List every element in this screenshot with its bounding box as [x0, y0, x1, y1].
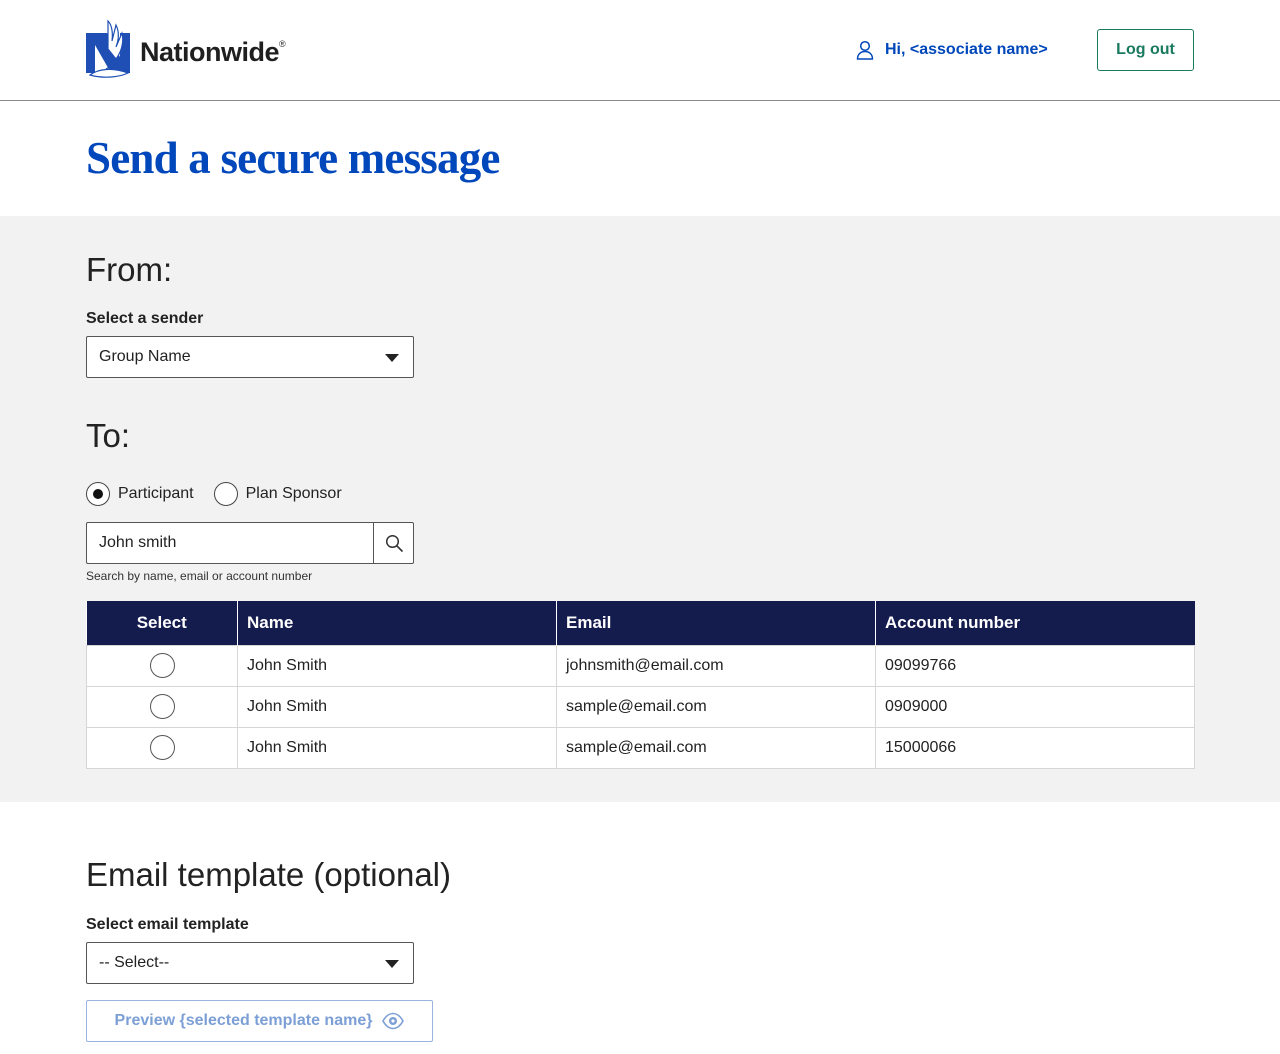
nationwide-eagle-logo-icon [86, 19, 130, 78]
table-row: John Smith sample@email.com 0909000 [86, 685, 1195, 728]
recipient-search [86, 522, 414, 564]
row-select-radio[interactable] [149, 694, 175, 719]
table-row: John Smith sample@email.com 15000066 [86, 726, 1195, 769]
name-cell: John Smith [237, 726, 557, 769]
column-header-select: Select [86, 601, 238, 645]
radio-participant-label: Participant [118, 485, 194, 502]
radio-participant-circle[interactable] [86, 482, 110, 506]
sender-select[interactable]: Group Name [86, 336, 414, 378]
search-helper-text: Search by name, email or account number [86, 569, 313, 583]
page-title: Send a secure message [86, 133, 500, 183]
nationwide-logo[interactable]: Nationwide® [86, 19, 296, 81]
greeting-text: Hi, <associate name> [885, 41, 1048, 58]
radio-plan-sponsor[interactable]: Plan Sponsor [213, 482, 342, 506]
radio-participant[interactable]: Participant [86, 482, 194, 506]
recipient-type-group: Participant Plan Sponsor [86, 481, 362, 507]
select-cell [86, 644, 238, 687]
account-cell: 0909000 [875, 685, 1195, 728]
select-cell [86, 685, 238, 728]
search-button[interactable] [373, 522, 414, 564]
from-heading: From: [86, 251, 173, 288]
user-icon [856, 40, 874, 60]
user-greeting-link[interactable]: Hi, <associate name> [856, 38, 1048, 62]
email-template-label: Select email template [86, 916, 249, 933]
column-header-account-number: Account number [875, 601, 1195, 645]
site-header: Nationwide® Hi, <associate name> Log out [0, 0, 1280, 101]
name-cell: John Smith [237, 685, 557, 728]
recipient-search-input[interactable] [86, 522, 373, 564]
caret-down-icon [385, 354, 399, 362]
email-template-select[interactable]: -- Select-- [86, 942, 414, 984]
sender-label: Select a sender [86, 310, 204, 327]
account-cell: 15000066 [875, 726, 1195, 769]
radio-plan-sponsor-circle[interactable] [213, 482, 238, 506]
row-select-radio[interactable] [149, 653, 175, 678]
name-cell: John Smith [237, 644, 557, 687]
email-cell: sample@email.com [556, 726, 876, 769]
results-table: Select Name Email Account number John Sm… [86, 601, 1195, 769]
column-header-email: Email [556, 601, 876, 645]
email-template-heading: Email template (optional) [86, 856, 451, 893]
preview-button-label: Preview {selected template name} [114, 1012, 373, 1029]
email-cell: johnsmith@email.com [556, 644, 876, 687]
select-cell [86, 726, 238, 769]
preview-template-button[interactable]: Preview {selected template name} [86, 1000, 433, 1042]
search-icon [385, 534, 403, 552]
account-cell: 09099766 [875, 644, 1195, 687]
email-template-select-value: -- Select-- [99, 954, 170, 971]
row-select-radio[interactable] [149, 735, 175, 760]
column-header-name: Name [237, 601, 557, 645]
caret-down-icon [385, 960, 399, 968]
to-heading: To: [86, 417, 131, 454]
radio-plan-sponsor-label: Plan Sponsor [245, 485, 342, 502]
logout-button[interactable]: Log out [1097, 29, 1194, 71]
brand-name: Nationwide® [140, 36, 286, 67]
table-row: John Smith johnsmith@email.com 09099766 [86, 644, 1195, 687]
table-header-row: Select Name Email Account number [86, 601, 1195, 645]
sender-select-value: Group Name [99, 348, 191, 365]
eye-icon [382, 1012, 405, 1030]
email-cell: sample@email.com [556, 685, 876, 728]
